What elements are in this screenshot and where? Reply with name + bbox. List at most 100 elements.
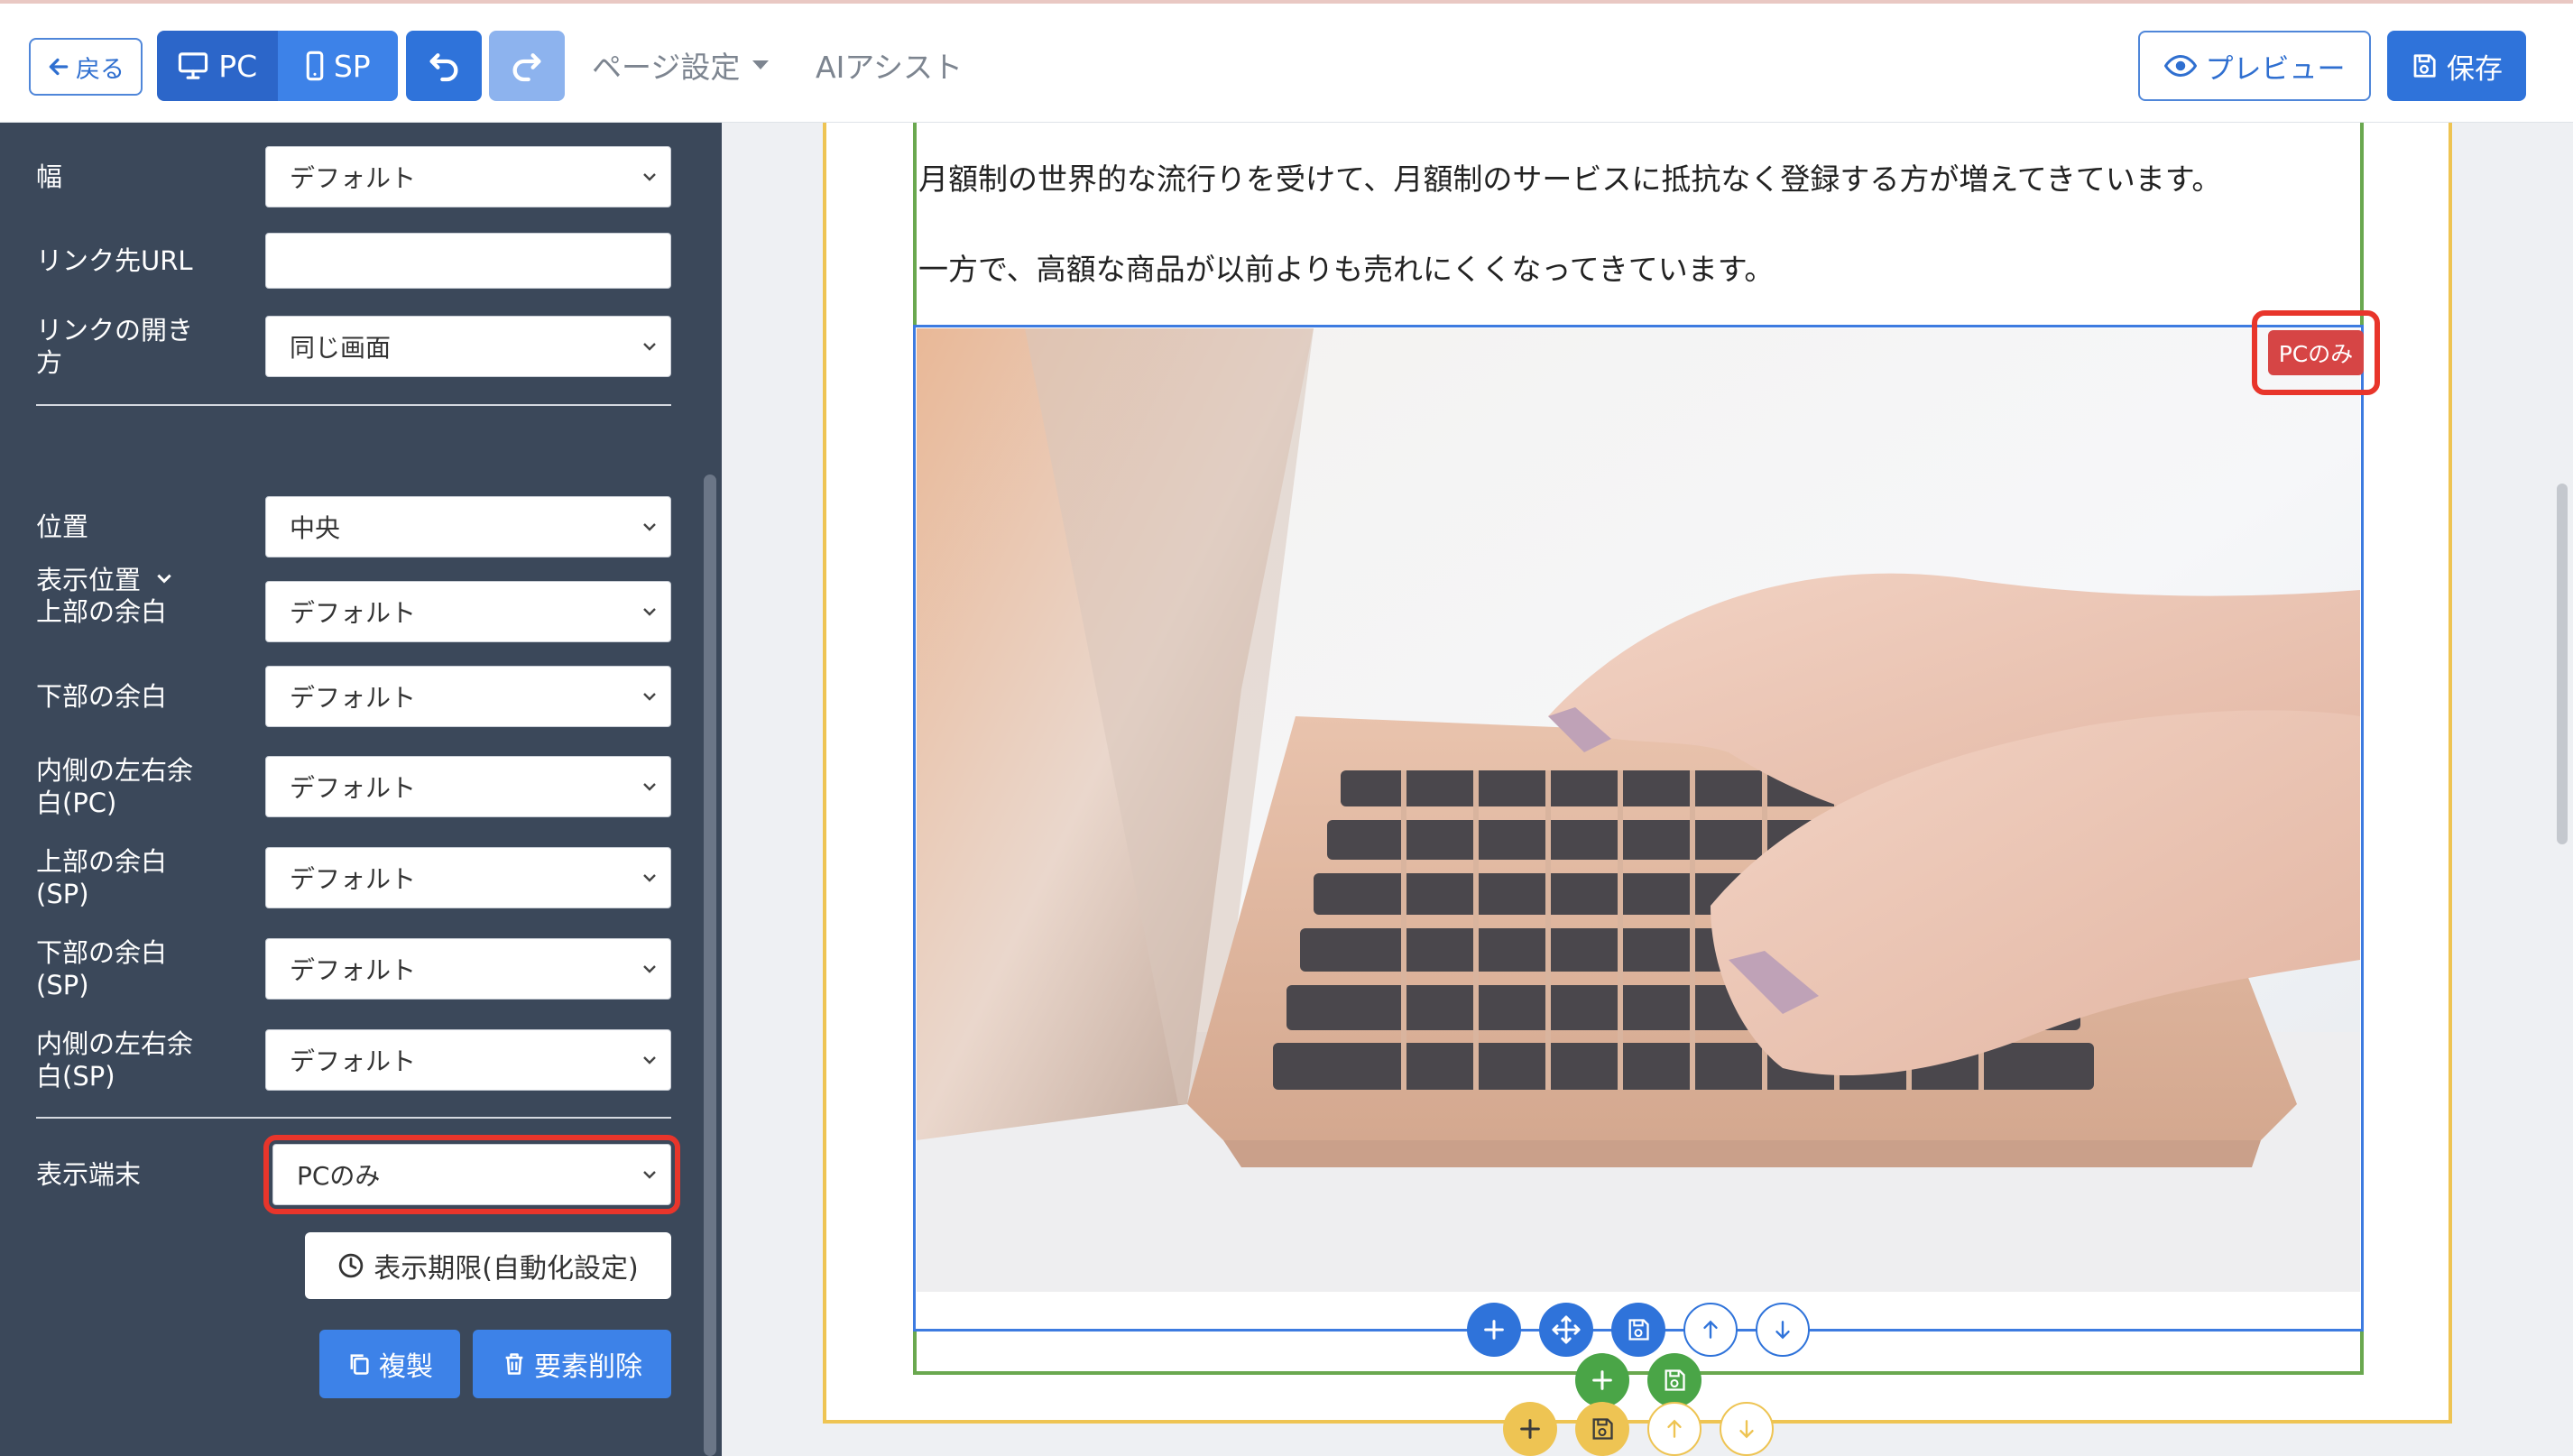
device-toggle: PC SP <box>157 31 398 101</box>
preview-button[interactable]: プレビュー <box>2138 31 2371 101</box>
inner-lr-pc-label: 内側の左右余白(PC) <box>36 755 194 818</box>
bottom-margin-row: 下部の余白 デフォルト <box>36 666 671 727</box>
inner-lr-sp-label: 内側の左右余白(SP) <box>36 1028 194 1092</box>
properties-sidebar: 幅 デフォルト リンク先URL リンクの開き方 同じ画面 表示位置 位置 中央 … <box>0 123 722 1456</box>
save-element-button[interactable] <box>1611 1303 1665 1357</box>
page-settings-label: ページ設定 <box>592 50 741 85</box>
inner-lr-pc-value: デフォルト <box>290 773 417 803</box>
undo-button[interactable] <box>406 31 482 101</box>
position-row: 位置 中央 <box>36 496 671 558</box>
floppy-icon <box>1665 1369 1685 1391</box>
plus-icon <box>1592 1370 1612 1390</box>
pc-label: PC <box>218 48 258 84</box>
top-margin-select[interactable]: デフォルト <box>265 581 671 642</box>
bottom-margin-sp-select[interactable]: デフォルト <box>265 938 671 1000</box>
sp-view-button[interactable]: SP <box>277 31 398 101</box>
position-label: 位置 <box>36 511 89 542</box>
caret-down-icon <box>752 60 770 69</box>
top-margin-label: 上部の余白 <box>36 596 168 627</box>
top-margin-sp-select[interactable]: デフォルト <box>265 847 671 908</box>
copy-icon <box>350 1354 369 1375</box>
photo-illustration <box>917 328 2360 1292</box>
eye-icon <box>2163 54 2197 78</box>
position-select[interactable]: 中央 <box>265 496 671 558</box>
device-label: 表示端末 <box>36 1159 142 1190</box>
device-select[interactable]: PCのみ <box>263 1135 680 1214</box>
save-label: 保存 <box>2447 52 2503 86</box>
link-target-select[interactable]: 同じ画面 <box>265 316 671 377</box>
sp-label: SP <box>333 48 371 84</box>
link-url-row: リンク先URL <box>36 233 671 289</box>
ai-assist-label: AIアシスト <box>816 50 963 85</box>
trash-icon <box>505 1353 523 1375</box>
pc-only-badge: PCのみ <box>2268 330 2364 375</box>
duplicate-button[interactable]: 複製 <box>319 1330 460 1398</box>
inner-lr-pc-select[interactable]: デフォルト <box>265 756 671 817</box>
width-select[interactable]: デフォルト <box>265 146 671 207</box>
duplicate-label: 複製 <box>379 1351 433 1383</box>
width-row: 幅 デフォルト <box>36 146 671 207</box>
canvas-scrollbar[interactable] <box>2557 484 2568 844</box>
add-section-button[interactable] <box>1503 1402 1557 1456</box>
chevron-down-icon <box>643 783 656 791</box>
back-button[interactable]: 戻る <box>29 38 143 96</box>
top-margin-row: 上部の余白 デフォルト <box>36 581 671 642</box>
schedule-label: 表示期限(自動化設定) <box>374 1253 639 1285</box>
chevron-down-icon <box>643 343 656 351</box>
chevron-down-icon <box>643 1171 656 1179</box>
width-select-value: デフォルト <box>290 163 417 193</box>
link-target-value: 同じ画面 <box>290 333 392 363</box>
page-settings-menu[interactable]: ページ設定 <box>592 43 770 87</box>
divider <box>36 404 671 406</box>
save-section-button[interactable] <box>1575 1402 1629 1456</box>
preview-label: プレビュー <box>2205 52 2346 86</box>
device-value: PCのみ <box>297 1161 381 1191</box>
inner-lr-sp-value: デフォルト <box>290 1046 417 1076</box>
redo-button[interactable] <box>489 31 565 101</box>
width-label: 幅 <box>36 161 63 192</box>
ai-assist-menu[interactable]: AIアシスト <box>816 43 963 87</box>
add-element-button[interactable] <box>1467 1303 1521 1357</box>
arrow-left-icon <box>49 58 69 76</box>
inner-lr-pc-row: 内側の左右余白(PC) デフォルト <box>36 754 671 819</box>
plus-icon <box>1520 1419 1540 1439</box>
section-down-button[interactable] <box>1720 1402 1774 1456</box>
section-up-button[interactable] <box>1647 1402 1702 1456</box>
inner-lr-sp-row: 内側の左右余白(SP) デフォルト <box>36 1027 671 1092</box>
top-margin-sp-label: 上部の余白(SP) <box>36 846 168 909</box>
save-row-button[interactable] <box>1647 1353 1702 1407</box>
redo-icon <box>512 53 541 82</box>
arrow-down-icon <box>1775 1321 1790 1340</box>
arrow-up-icon <box>1703 1320 1718 1339</box>
chevron-down-icon <box>643 693 656 701</box>
top-margin-value: デフォルト <box>290 598 417 628</box>
clock-icon <box>339 1253 364 1278</box>
top-margin-sp-value: デフォルト <box>290 864 417 894</box>
plus-icon <box>1484 1320 1504 1340</box>
schedule-button[interactable]: 表示期限(自動化設定) <box>305 1232 671 1299</box>
bottom-margin-sp-label: 下部の余白(SP) <box>36 937 168 1000</box>
move-element-button[interactable] <box>1539 1303 1593 1357</box>
paragraph-2[interactable]: 一方で、高額な商品が以前よりも売れにくくなってきています。 <box>918 245 1774 289</box>
sidebar-scrollbar[interactable] <box>704 475 716 1456</box>
delete-element-button[interactable]: 要素削除 <box>473 1330 671 1398</box>
save-button[interactable]: 保存 <box>2387 31 2526 101</box>
arrow-down-icon <box>1739 1420 1754 1439</box>
pc-view-button[interactable]: PC <box>157 31 278 101</box>
add-row-button[interactable] <box>1575 1353 1629 1407</box>
move-down-button[interactable] <box>1756 1303 1810 1357</box>
move-up-button[interactable] <box>1683 1303 1738 1357</box>
bottom-margin-label: 下部の余白 <box>36 681 168 712</box>
laptop-typing-image[interactable] <box>917 328 2360 1292</box>
undo-icon <box>429 53 458 82</box>
smartphone-icon <box>306 51 324 81</box>
delete-label: 要素削除 <box>534 1351 642 1383</box>
bottom-margin-sp-row: 下部の余白(SP) デフォルト <box>36 936 671 1001</box>
paragraph-1[interactable]: 月額制の世界的な流行りを受けて、月額制のサービスに抵抗なく登録する方が増えてきて… <box>918 155 2221 198</box>
bottom-margin-select[interactable]: デフォルト <box>265 666 671 727</box>
floppy-icon <box>1592 1418 1613 1440</box>
top-margin-sp-row: 上部の余白(SP) デフォルト <box>36 845 671 910</box>
inner-lr-sp-select[interactable]: デフォルト <box>265 1029 671 1091</box>
top-toolbar: 戻る PC SP ページ設定 AIアシスト プレビュー 保存 <box>0 0 2573 123</box>
link-url-input[interactable] <box>265 233 671 289</box>
